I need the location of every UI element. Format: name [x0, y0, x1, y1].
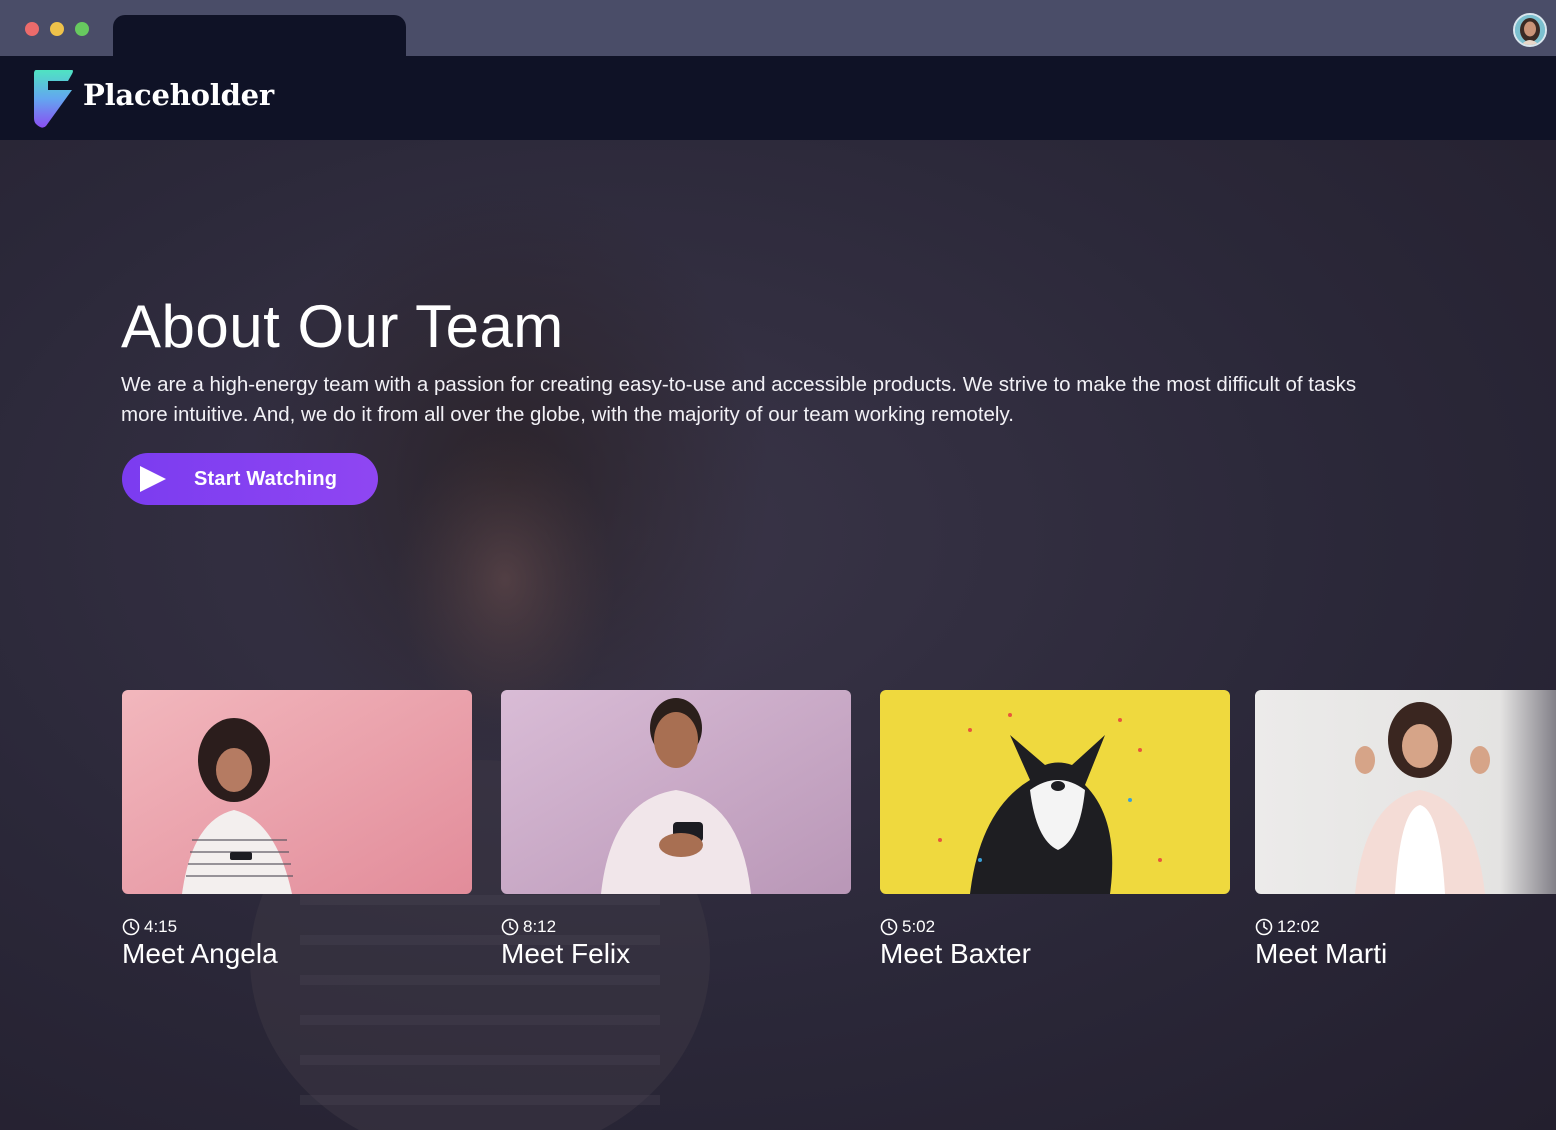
- video-card-felix[interactable]: 8:12 Meet Felix: [501, 690, 851, 969]
- clock-icon: [880, 918, 898, 936]
- video-meta: 8:12: [501, 916, 556, 938]
- video-title[interactable]: Meet Marti: [1255, 938, 1387, 970]
- video-card-angela[interactable]: 4:15 Meet Angela: [122, 690, 472, 969]
- page-title: About Our Team: [121, 293, 564, 360]
- hero-background-image: [250, 180, 770, 1130]
- video-thumbnail-felix[interactable]: [501, 690, 851, 894]
- play-icon: [140, 466, 166, 492]
- video-meta: 5:02: [880, 916, 935, 938]
- start-watching-label: Start Watching: [194, 468, 338, 490]
- minimize-window-button[interactable]: [50, 22, 64, 36]
- brand-name[interactable]: Placeholder: [83, 78, 274, 112]
- clock-icon: [501, 918, 519, 936]
- start-watching-button[interactable]: Start Watching: [122, 453, 378, 505]
- maximize-window-button[interactable]: [75, 22, 89, 36]
- browser-tab-active[interactable]: [113, 15, 406, 56]
- site-header: Placeholder: [0, 56, 1556, 140]
- video-title[interactable]: Meet Angela: [122, 938, 278, 970]
- video-title[interactable]: Meet Felix: [501, 938, 630, 970]
- browser-window: Placeholder About Our Team We are a high…: [0, 0, 1556, 1130]
- video-thumbnail-baxter[interactable]: [880, 690, 1230, 894]
- video-duration: 8:12: [523, 917, 557, 936]
- video-duration: 4:15: [144, 917, 178, 936]
- video-card-marti[interactable]: 12:02 Meet Marti: [1255, 690, 1556, 969]
- hero-description: We are a high-energy team with a passion…: [121, 373, 1357, 426]
- video-meta: 12:02: [1255, 916, 1320, 938]
- brand-logo-icon[interactable]: [32, 68, 76, 130]
- video-card-baxter[interactable]: 5:02 Meet Baxter: [880, 690, 1230, 969]
- video-thumbnail-angela[interactable]: [122, 690, 472, 894]
- clock-icon: [122, 918, 140, 936]
- video-meta: 4:15: [122, 916, 177, 938]
- clock-icon: [1255, 918, 1273, 936]
- user-avatar[interactable]: [1513, 13, 1547, 47]
- browser-chrome: [0, 0, 1556, 56]
- video-duration: 5:02: [902, 917, 936, 936]
- video-duration: 12:02: [1277, 917, 1320, 936]
- close-window-button[interactable]: [25, 22, 39, 36]
- video-title[interactable]: Meet Baxter: [880, 938, 1031, 970]
- hero-section: About Our Team We are a high-energy team…: [0, 140, 1556, 1130]
- video-thumbnail-marti[interactable]: [1255, 690, 1556, 894]
- avatar-image-icon: [1515, 15, 1545, 45]
